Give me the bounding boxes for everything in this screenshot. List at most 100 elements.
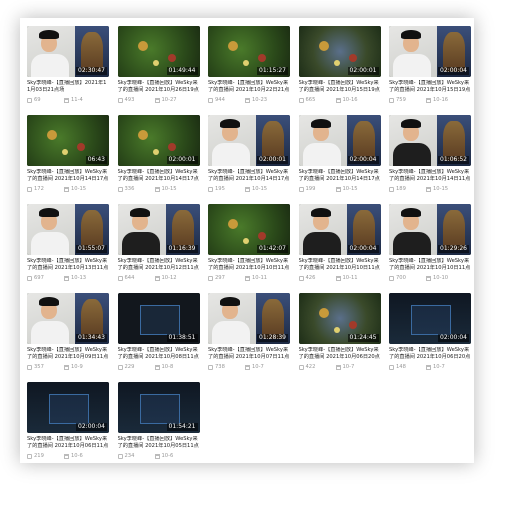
video-title[interactable]: Sky李晓峰-【直播回放】WeSky来了的直播间 2021年10月10日11点 xyxy=(208,258,290,272)
streamer-hair xyxy=(220,297,240,306)
video-title[interactable]: Sky李晓峰-【直播回放】WeSky来了的直播间 2021年10月15日19点 xyxy=(389,80,471,94)
video-title[interactable]: Sky李晓峰-【直播回放】WeSky来了的直播间 2021年10月07日11点 xyxy=(208,347,290,361)
video-title[interactable]: Sky李晓峰-【直播回放】WeSky来了的直播间 2021年10月14日17点 xyxy=(208,169,290,183)
video-thumbnail[interactable]: 01:54:21 xyxy=(117,382,200,433)
video-card[interactable]: 01:55:07 Sky李晓峰-【直播回放】WeSky来了的直播间 2021年10… xyxy=(27,204,109,293)
video-card[interactable]: 06:43 Sky李晓峰-【直播回放】WeSky来了的直播间 2021年10月14… xyxy=(27,115,109,204)
video-meta: 759 10-16 xyxy=(389,97,471,104)
video-title[interactable]: Sky李晓峰-【直播回放】WeSky来了的直播间 2021年10月13日11点 xyxy=(27,258,109,272)
video-title[interactable]: Sky李晓峰-【直播回放】WeSky来了的直播间 2021年10月15日19点 xyxy=(299,80,381,94)
calendar-icon xyxy=(245,98,250,103)
video-thumbnail[interactable]: 01:38:51 xyxy=(117,293,200,344)
video-thumbnail[interactable]: 01:42:07 xyxy=(208,204,290,255)
video-card[interactable]: 02:00:01 Sky李晓峰-【直播回放】WeSky来了的直播间 2021年10… xyxy=(298,26,381,115)
video-card[interactable]: 01:24:45 Sky李晓峰-【直播回放】WeSky来了的直播间 2021年10… xyxy=(298,293,381,382)
duration-label: 02:00:01 xyxy=(166,156,198,164)
video-title[interactable]: Sky李晓峰-【直播回放】WeSky来了的直播间 2021年10月06日20点 xyxy=(389,347,471,361)
video-title[interactable]: Sky李晓峰-【直播回放】WeSky来了的直播间 2021年10月10日11点 xyxy=(389,258,471,272)
calendar-icon xyxy=(335,276,341,281)
hero-figure xyxy=(81,299,103,339)
video-card[interactable]: 01:49:44 Sky李晓峰-【直播回放】WeSky来了的直播间 2021年10… xyxy=(117,26,200,115)
play-count-icon xyxy=(117,98,123,103)
video-thumbnail[interactable]: 02:00:01 xyxy=(208,115,290,166)
video-thumbnail[interactable]: 06:43 xyxy=(27,115,109,166)
game-unit xyxy=(243,238,249,244)
view-count: 697 xyxy=(34,275,44,281)
video-thumbnail[interactable]: 02:00:04 xyxy=(27,382,109,433)
video-card[interactable]: 02:00:04 Sky李晓峰-【直播回放】WeSky来了的直播间 2021年10… xyxy=(27,382,109,471)
video-thumbnail[interactable]: 01:16:39 xyxy=(117,204,200,255)
video-card[interactable]: 02:00:04 Sky李晓峰-【直播回放】WeSky来了的直播间 2021年10… xyxy=(298,115,381,204)
video-thumbnail[interactable]: 01:15:27 xyxy=(208,26,290,77)
video-title[interactable]: Sky李晓峰-【直播回放】WeSky来了的直播间 2021年10月26日19点 xyxy=(118,80,200,94)
video-thumbnail[interactable]: 02:00:04 xyxy=(389,293,471,344)
upload-date: 10-13 xyxy=(71,275,87,281)
video-card[interactable]: 01:54:21 Sky李晓峰-【直播回放】WeSky来了的直播间 2021年10… xyxy=(117,382,200,471)
video-card[interactable]: 02:00:04 Sky李晓峰-【直播回放】WeSky来了的直播间 2021年10… xyxy=(389,293,471,382)
video-card[interactable]: 02:00:04 Sky李晓峰-【直播回放】WeSky来了的直播间 2021年10… xyxy=(389,26,471,115)
hero-figure xyxy=(81,32,103,72)
video-card[interactable]: 02:00:04 Sky李晓峰-【直播回放】WeSky来了的直播间 2021年10… xyxy=(298,204,381,293)
video-card[interactable]: 01:28:39 Sky李晓峰-【直播回放】WeSky来了的直播间 2021年10… xyxy=(208,293,290,382)
game-unit xyxy=(137,41,148,51)
video-title[interactable]: Sky李晓峰-【直播回放】WeSky来了的直播间 2021年10月14日17点 xyxy=(118,169,200,183)
video-title[interactable]: Sky李晓峰-【直播回放】2021年11月03日21点场 xyxy=(27,80,109,94)
game-menu xyxy=(139,394,180,424)
video-title[interactable]: Sky李晓峰-【直播回放】WeSky来了的直播间 2021年10月14日17点 xyxy=(27,169,109,183)
upload-date: 10-7 xyxy=(433,364,445,370)
play-count-icon xyxy=(117,454,123,459)
video-meta: 357 10-9 xyxy=(27,364,109,371)
video-title[interactable]: Sky李晓峰-【直播回放】WeSky来了的直播间 2021年10月06日20点 xyxy=(299,347,381,361)
duration-label: 01:49:44 xyxy=(166,67,198,75)
hero-figure xyxy=(352,210,375,250)
video-thumbnail[interactable]: 02:30:47 xyxy=(27,26,109,77)
play-count-icon xyxy=(27,365,32,370)
duration-label: 01:16:39 xyxy=(166,245,198,253)
video-title[interactable]: Sky李晓峰-【直播回放】WeSky来了的直播间 2021年10月08日11点 xyxy=(118,347,200,361)
video-card[interactable]: 01:34:43 Sky李晓峰-【直播回放】WeSky来了的直播间 2021年10… xyxy=(27,293,109,382)
upload-date: 10-11 xyxy=(342,275,358,281)
video-card[interactable]: 02:00:01 Sky李晓峰-【直播回放】WeSky来了的直播间 2021年10… xyxy=(117,115,200,204)
video-card[interactable]: 01:42:07 Sky李晓峰-【直播回放】WeSky来了的直播间 2021年10… xyxy=(208,204,290,293)
video-title[interactable]: Sky李晓峰-【直播回放】WeSky来了的直播间 2021年10月09日11点 xyxy=(27,347,109,361)
video-thumbnail[interactable]: 02:00:04 xyxy=(298,115,381,166)
video-thumbnail[interactable]: 01:55:07 xyxy=(27,204,109,255)
video-thumbnail[interactable]: 02:00:01 xyxy=(117,115,200,166)
duration-label: 02:00:04 xyxy=(438,334,469,342)
upload-date: 11-4 xyxy=(71,97,83,103)
video-thumbnail[interactable]: 01:34:43 xyxy=(27,293,109,344)
streamer-body xyxy=(393,143,431,166)
video-thumbnail[interactable]: 01:06:52 xyxy=(389,115,471,166)
video-thumbnail[interactable]: 01:49:44 xyxy=(117,26,200,77)
video-thumbnail[interactable]: 02:00:01 xyxy=(298,26,381,77)
video-thumbnail[interactable]: 01:28:39 xyxy=(208,293,290,344)
video-card[interactable]: 01:06:52 Sky李晓峰-【直播回放】WeSky来了的直播间 2021年10… xyxy=(389,115,471,204)
game-unit xyxy=(152,60,159,66)
view-count: 426 xyxy=(305,275,316,281)
duration-label: 02:00:01 xyxy=(257,156,288,164)
video-title[interactable]: Sky李晓峰-【直播回放】WeSky来了的直播间 2021年10月10日11点 xyxy=(299,258,381,272)
video-thumbnail[interactable]: 02:00:04 xyxy=(298,204,381,255)
duration-label: 06:43 xyxy=(85,156,107,164)
video-thumbnail[interactable]: 02:00:04 xyxy=(389,26,471,77)
video-card[interactable]: 02:30:47 Sky李晓峰-【直播回放】2021年11月03日21点场 69 11… xyxy=(27,26,109,115)
calendar-icon xyxy=(335,187,341,192)
video-thumbnail[interactable]: 01:24:45 xyxy=(298,293,381,344)
video-card[interactable]: 01:16:39 Sky李晓峰-【直播回放】WeSky来了的直播间 2021年10… xyxy=(117,204,200,293)
video-card[interactable]: 02:00:01 Sky李晓峰-【直播回放】WeSky来了的直播间 2021年10… xyxy=(208,115,290,204)
video-meta: 665 10-16 xyxy=(298,97,381,104)
streamer-hair xyxy=(401,119,421,128)
duration-label: 01:54:21 xyxy=(166,423,198,431)
game-unit xyxy=(318,41,329,51)
video-title[interactable]: Sky李晓峰-【直播回放】WeSky来了的直播间 2021年10月06日11点 xyxy=(27,436,109,450)
video-title[interactable]: Sky李晓峰-【直播回放】WeSky来了的直播间 2021年10月22日21点 xyxy=(208,80,290,94)
upload-date: 10-15 xyxy=(252,186,268,192)
video-title[interactable]: Sky李晓峰-【直播回放】WeSky来了的直播间 2021年10月14日17点 xyxy=(299,169,381,183)
video-title[interactable]: Sky李晓峰-【直播回放】WeSky来了的直播间 2021年10月12日11点 xyxy=(118,258,200,272)
video-thumbnail[interactable]: 01:29:26 xyxy=(389,204,471,255)
video-card[interactable]: 01:15:27 Sky李晓峰-【直播回放】WeSky来了的直播间 2021年10… xyxy=(208,26,290,115)
video-card[interactable]: 01:38:51 Sky李晓峰-【直播回放】WeSky来了的直播间 2021年10… xyxy=(117,293,200,382)
video-title[interactable]: Sky李晓峰-【直播回放】WeSky来了的直播间 2021年10月14日11点 xyxy=(389,169,471,183)
video-title[interactable]: Sky李晓峰-【直播回放】WeSky来了的直播间 2021年10月05日11点 xyxy=(118,436,200,450)
video-card[interactable]: 01:29:26 Sky李晓峰-【直播回放】WeSky来了的直播间 2021年10… xyxy=(389,204,471,293)
